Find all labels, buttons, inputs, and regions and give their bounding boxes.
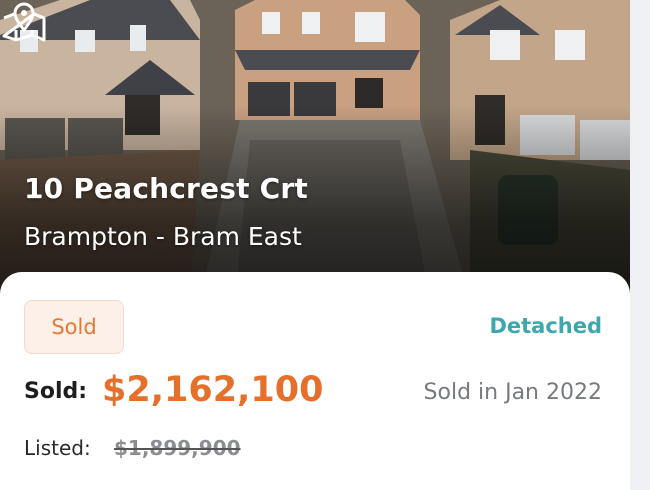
sold-label: Sold: bbox=[24, 379, 88, 404]
sold-price: $2,162,100 bbox=[102, 370, 324, 410]
sold-date: Sold in Jan 2022 bbox=[423, 380, 602, 405]
page-edge bbox=[630, 0, 650, 490]
map-pin-icon[interactable] bbox=[0, 0, 48, 44]
listing-area: Brampton - Bram East bbox=[24, 222, 302, 251]
property-photo[interactable]: 10 Peachcrest Crt Brampton - Bram East bbox=[0, 0, 630, 300]
property-type: Detached bbox=[489, 314, 602, 338]
listing-address: 10 Peachcrest Crt bbox=[24, 172, 308, 205]
listed-price: $1,899,900 bbox=[114, 436, 241, 460]
listing-card[interactable]: Sold Detached Sold: $2,162,100 Sold in J… bbox=[0, 272, 630, 490]
listed-label: Listed: bbox=[24, 436, 91, 460]
photo-gradient-overlay bbox=[0, 0, 630, 300]
status-badge: Sold bbox=[24, 300, 124, 354]
